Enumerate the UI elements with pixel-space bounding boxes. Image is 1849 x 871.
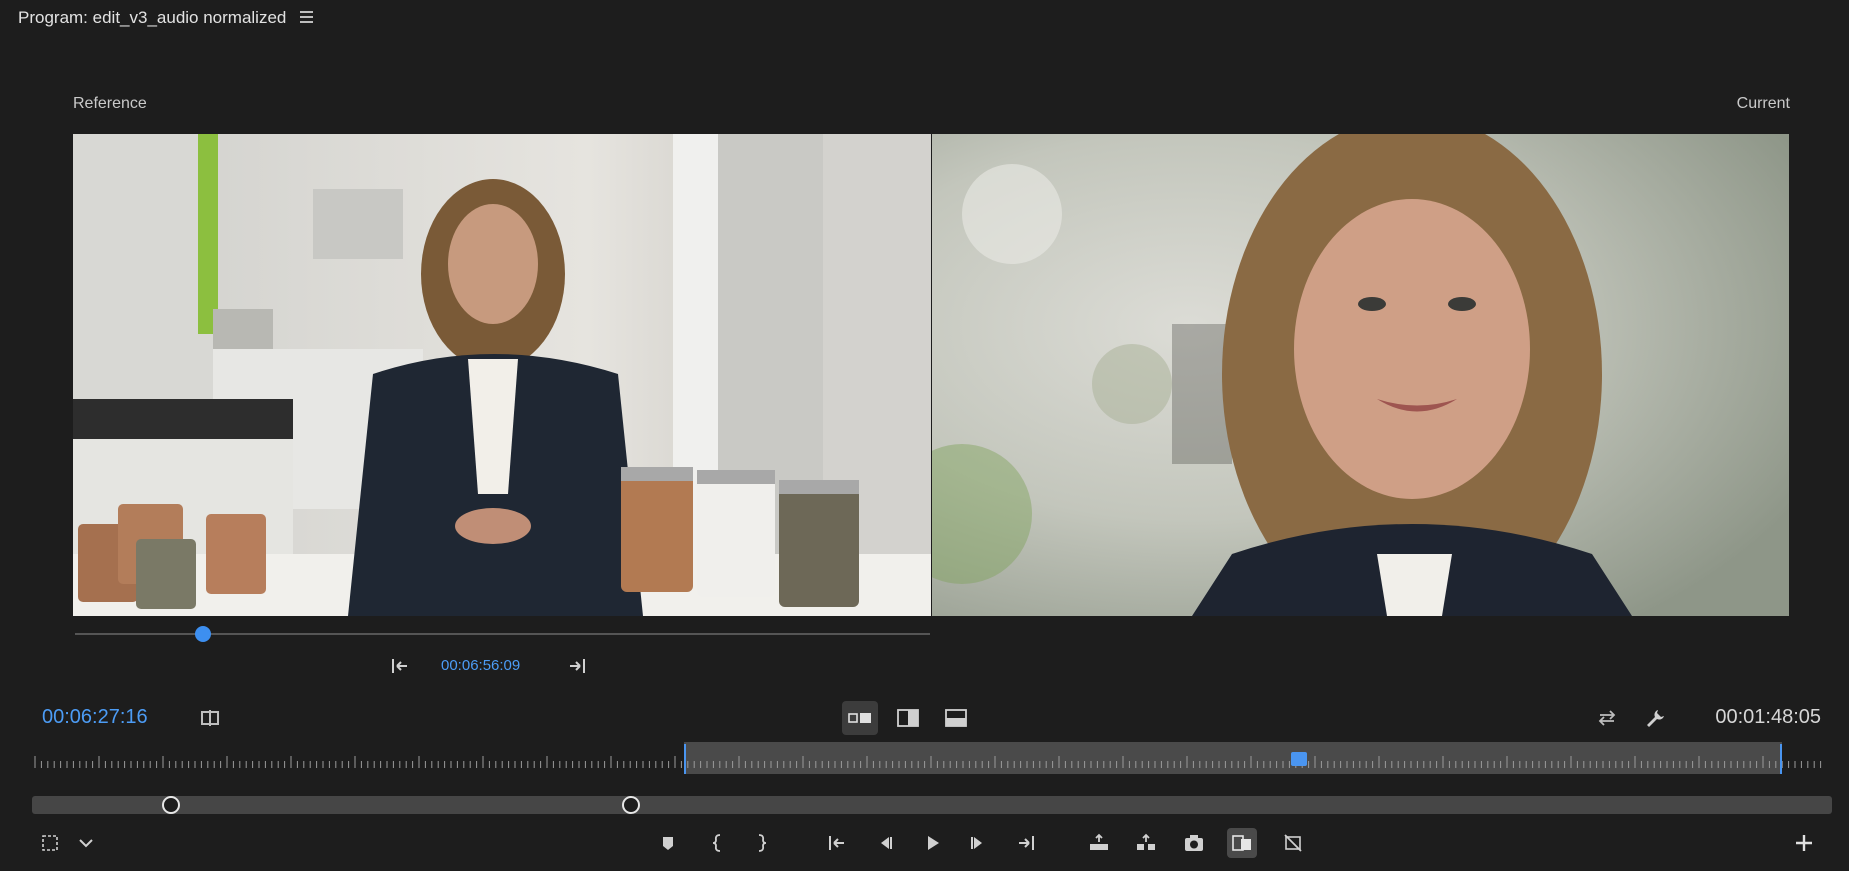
settings-dropdown-button[interactable] [71,828,101,858]
zoom-handle-left[interactable] [162,796,180,814]
mark-out-icon [758,834,767,852]
go-to-in-button[interactable] [822,828,852,858]
comparison-view-icon [1232,835,1251,851]
lift-button[interactable] [1084,828,1114,858]
proxy-toggle-button[interactable] [1278,828,1308,858]
comparison-view-button[interactable] [1227,828,1257,858]
safe-margins-icon [42,835,58,851]
playhead[interactable] [1290,752,1307,766]
current-frame [932,134,1789,616]
current-label: Current [1736,95,1790,112]
mark-out-button[interactable] [746,828,776,858]
current-image [932,134,1789,616]
mark-in-icon [712,834,721,852]
vertical-split-button[interactable] [890,701,926,735]
reference-timecode[interactable]: 00:06:56:09 [441,657,520,674]
play-icon [928,836,939,850]
vertical-split-icon [897,709,919,727]
step-forward-button[interactable] [963,828,993,858]
zoom-scroll-bar[interactable] [32,796,1832,814]
go-to-out-icon [1019,836,1034,850]
zoom-handle-right[interactable] [622,796,640,814]
go-to-in-icon[interactable] [388,654,412,678]
reference-scrub-knob[interactable] [195,626,212,642]
step-forward-icon [971,837,982,849]
wrench-icon[interactable] [1643,706,1667,730]
side-by-side-button[interactable] [842,701,878,735]
add-button[interactable] [1789,828,1819,858]
hamburger-icon[interactable] [300,11,313,23]
go-to-out-icon[interactable] [565,654,589,678]
camera-icon [1185,835,1203,851]
reference-label: Reference [73,95,147,112]
play-button[interactable] [917,828,947,858]
chevron-down-icon [79,839,93,848]
plus-icon [1796,835,1812,851]
horizontal-split-button[interactable] [938,701,974,735]
step-back-button[interactable] [870,828,900,858]
reference-image [73,134,931,616]
time-ruler[interactable] [30,742,1826,776]
lift-icon [1090,833,1108,850]
extract-button[interactable] [1131,828,1161,858]
go-to-in-icon [829,836,844,850]
extract-icon [1137,833,1155,850]
horizontal-split-icon [945,709,967,727]
marker-icon [663,837,673,850]
step-back-icon [881,837,892,849]
compare-toggle-icon[interactable] [198,706,222,730]
mark-in-button[interactable] [703,828,733,858]
add-marker-button[interactable] [653,828,683,858]
swap-icon[interactable] [1595,706,1619,730]
current-timecode[interactable]: 00:06:27:16 [42,706,148,729]
export-frame-button[interactable] [1179,828,1209,858]
panel-title: Program: edit_v3_audio normalized [18,8,287,27]
out-point-marker[interactable] [1780,744,1782,774]
duration-timecode: 00:01:48:05 [1715,706,1821,728]
go-to-out-button[interactable] [1011,828,1041,858]
safe-margins-button[interactable] [35,828,65,858]
reference-frame [73,134,931,616]
in-point-marker[interactable] [684,744,686,774]
side-by-side-icon [848,713,871,723]
proxy-icon [1284,834,1302,852]
